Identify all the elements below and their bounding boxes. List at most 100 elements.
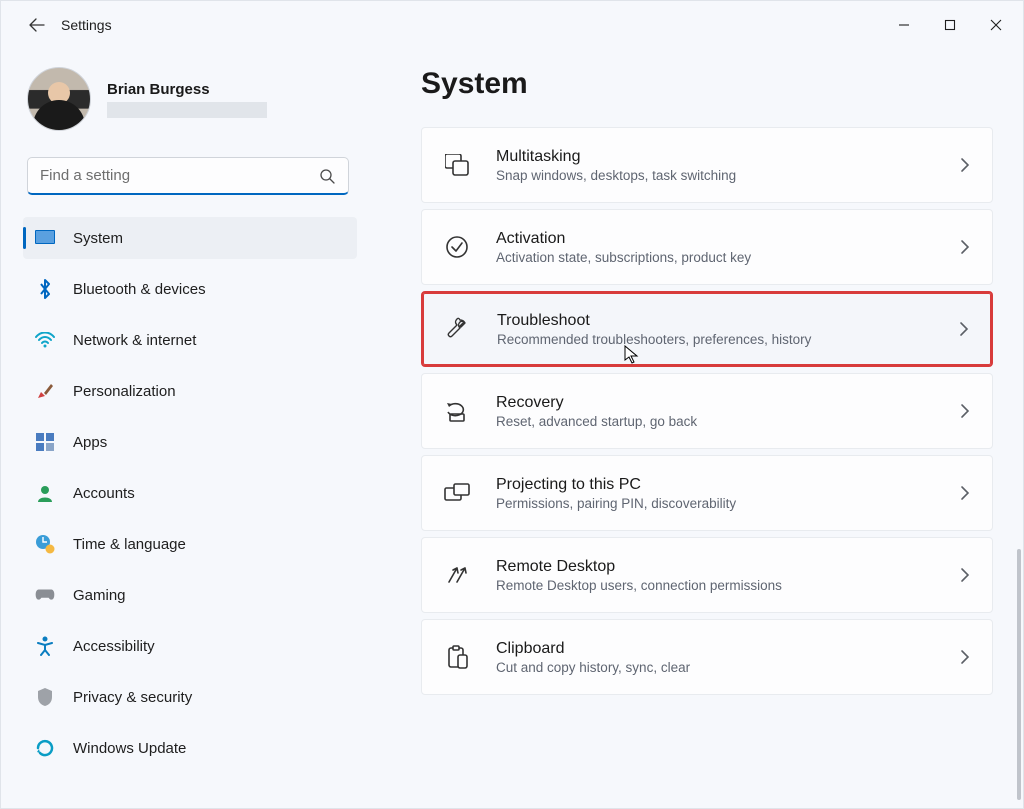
card-text: Recovery Reset, advanced startup, go bac… (496, 394, 697, 429)
card-text: Clipboard Cut and copy history, sync, cl… (496, 640, 690, 675)
maximize-icon (944, 19, 956, 31)
card-projecting[interactable]: Projecting to this PC Permissions, pairi… (421, 455, 993, 531)
card-desc: Reset, advanced startup, go back (496, 414, 697, 429)
chevron-right-icon (960, 485, 970, 501)
card-activation[interactable]: Activation Activation state, subscriptio… (421, 209, 993, 285)
nav-item-windows-update[interactable]: Windows Update (23, 727, 357, 769)
nav-label: Privacy & security (73, 689, 192, 706)
card-recovery[interactable]: Recovery Reset, advanced startup, go bac… (421, 373, 993, 449)
nav-item-apps[interactable]: Apps (23, 421, 357, 463)
nav-label: Time & language (73, 536, 186, 553)
nav-label: Apps (73, 434, 107, 451)
card-title: Remote Desktop (496, 558, 782, 576)
clock-globe-icon (35, 534, 55, 554)
wrench-icon (445, 316, 471, 342)
minimize-button[interactable] (881, 5, 927, 45)
person-icon (35, 483, 55, 503)
main-panel: System Multitasking Snap windows, deskto… (369, 49, 1023, 808)
profile-email-redacted (107, 102, 267, 118)
card-desc: Permissions, pairing PIN, discoverabilit… (496, 496, 736, 511)
card-desc: Cut and copy history, sync, clear (496, 660, 690, 675)
chevron-right-icon (960, 157, 970, 173)
nav-item-accounts[interactable]: Accounts (23, 472, 357, 514)
chevron-right-icon (960, 567, 970, 583)
card-title: Projecting to this PC (496, 476, 736, 494)
sidebar: Brian Burgess System Bluetooth & d (1, 49, 369, 808)
display-icon (35, 228, 55, 248)
nav-item-gaming[interactable]: Gaming (23, 574, 357, 616)
card-title: Clipboard (496, 640, 690, 658)
card-multitasking[interactable]: Multitasking Snap windows, desktops, tas… (421, 127, 993, 203)
card-title: Recovery (496, 394, 697, 412)
card-desc: Recommended troubleshooters, preferences… (497, 332, 811, 347)
card-desc: Snap windows, desktops, task switching (496, 168, 736, 183)
maximize-button[interactable] (927, 5, 973, 45)
recovery-icon (444, 398, 470, 424)
chevron-right-icon (959, 321, 969, 337)
back-button[interactable] (19, 7, 55, 43)
nav-label: Personalization (73, 383, 176, 400)
chevron-right-icon (960, 403, 970, 419)
card-text: Multitasking Snap windows, desktops, tas… (496, 148, 736, 183)
card-text: Troubleshoot Recommended troubleshooters… (497, 312, 811, 347)
nav-item-network[interactable]: Network & internet (23, 319, 357, 361)
minimize-icon (898, 19, 910, 31)
card-troubleshoot[interactable]: Troubleshoot Recommended troubleshooters… (421, 291, 993, 367)
search-wrap (27, 157, 349, 195)
multitasking-icon (444, 152, 470, 178)
nav-item-time[interactable]: Time & language (23, 523, 357, 565)
arrow-left-icon (29, 17, 45, 33)
nav-label: Bluetooth & devices (73, 281, 206, 298)
settings-card-list: Multitasking Snap windows, desktops, tas… (421, 127, 993, 695)
search-input[interactable] (27, 157, 349, 195)
update-icon (35, 738, 55, 758)
nav-label: Network & internet (73, 332, 196, 349)
card-text: Activation Activation state, subscriptio… (496, 230, 751, 265)
remote-desktop-icon (444, 562, 470, 588)
wifi-icon (35, 330, 55, 350)
profile-block[interactable]: Brian Burgess (23, 59, 357, 151)
nav-label: Gaming (73, 587, 126, 604)
nav-item-personalization[interactable]: Personalization (23, 370, 357, 412)
page-title: System (421, 67, 993, 101)
close-button[interactable] (973, 5, 1019, 45)
content-area: Brian Burgess System Bluetooth & d (1, 49, 1023, 808)
nav-item-accessibility[interactable]: Accessibility (23, 625, 357, 667)
card-title: Troubleshoot (497, 312, 811, 330)
nav-label: System (73, 230, 123, 247)
scrollbar-thumb[interactable] (1017, 549, 1021, 800)
nav-item-bluetooth[interactable]: Bluetooth & devices (23, 268, 357, 310)
window-title: Settings (61, 17, 112, 33)
card-text: Remote Desktop Remote Desktop users, con… (496, 558, 782, 593)
nav-item-privacy[interactable]: Privacy & security (23, 676, 357, 718)
close-icon (990, 19, 1002, 31)
window-controls (881, 5, 1019, 45)
chevron-right-icon (960, 649, 970, 665)
shield-icon (35, 687, 55, 707)
project-icon (444, 480, 470, 506)
bluetooth-icon (35, 279, 55, 299)
card-desc: Remote Desktop users, connection permiss… (496, 578, 782, 593)
card-title: Activation (496, 230, 751, 248)
nav-item-system[interactable]: System (23, 217, 357, 259)
nav-list: System Bluetooth & devices Network & int… (23, 217, 357, 769)
card-remote-desktop[interactable]: Remote Desktop Remote Desktop users, con… (421, 537, 993, 613)
titlebar: Settings (1, 1, 1023, 49)
paintbrush-icon (35, 381, 55, 401)
checkmark-circle-icon (444, 234, 470, 260)
gamepad-icon (35, 585, 55, 605)
card-desc: Activation state, subscriptions, product… (496, 250, 751, 265)
chevron-right-icon (960, 239, 970, 255)
clipboard-icon (444, 644, 470, 670)
search-icon (319, 168, 335, 184)
profile-text: Brian Burgess (107, 81, 267, 118)
apps-icon (35, 432, 55, 452)
nav-label: Windows Update (73, 740, 186, 757)
avatar (27, 67, 91, 131)
profile-name: Brian Burgess (107, 81, 267, 98)
card-title: Multitasking (496, 148, 736, 166)
accessibility-icon (35, 636, 55, 656)
nav-label: Accounts (73, 485, 135, 502)
card-clipboard[interactable]: Clipboard Cut and copy history, sync, cl… (421, 619, 993, 695)
settings-window: Settings Brian Burgess (0, 0, 1024, 809)
